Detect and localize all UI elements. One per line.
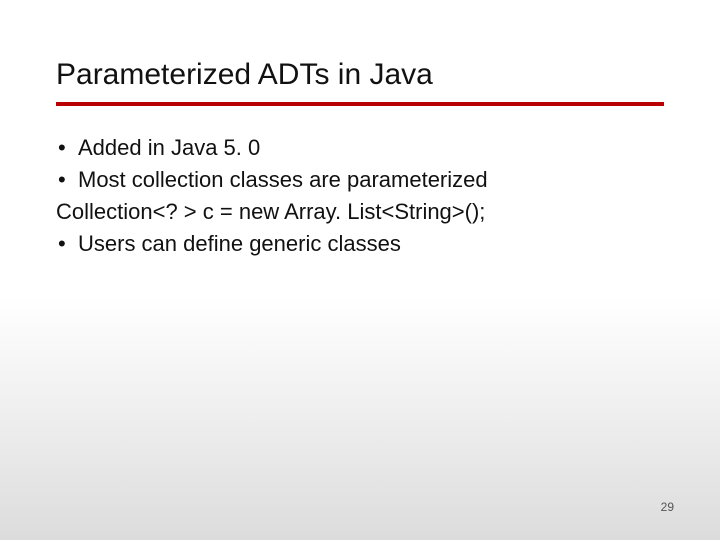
bullet-text: Added in Java 5. 0: [78, 135, 260, 160]
slide-title: Parameterized ADTs in Java: [56, 58, 664, 100]
page-number: 29: [661, 500, 674, 514]
bullet-text: Users can define generic classes: [78, 231, 401, 256]
code-text: Collection<? > c = new Array. List<Strin…: [56, 199, 485, 224]
bullet-text: Most collection classes are parameterize…: [78, 167, 488, 192]
slide-body: •Added in Java 5. 0 •Most collection cla…: [56, 132, 664, 260]
bullet-dot-icon: •: [56, 132, 78, 164]
bullet-item: •Users can define generic classes: [56, 228, 664, 260]
title-underline: [56, 102, 664, 106]
bullet-dot-icon: •: [56, 164, 78, 196]
bullet-item: •Most collection classes are parameteriz…: [56, 164, 664, 196]
code-line: Collection<? > c = new Array. List<Strin…: [56, 196, 664, 228]
bullet-item: •Added in Java 5. 0: [56, 132, 664, 164]
slide: Parameterized ADTs in Java •Added in Jav…: [0, 0, 720, 540]
bullet-dot-icon: •: [56, 228, 78, 260]
